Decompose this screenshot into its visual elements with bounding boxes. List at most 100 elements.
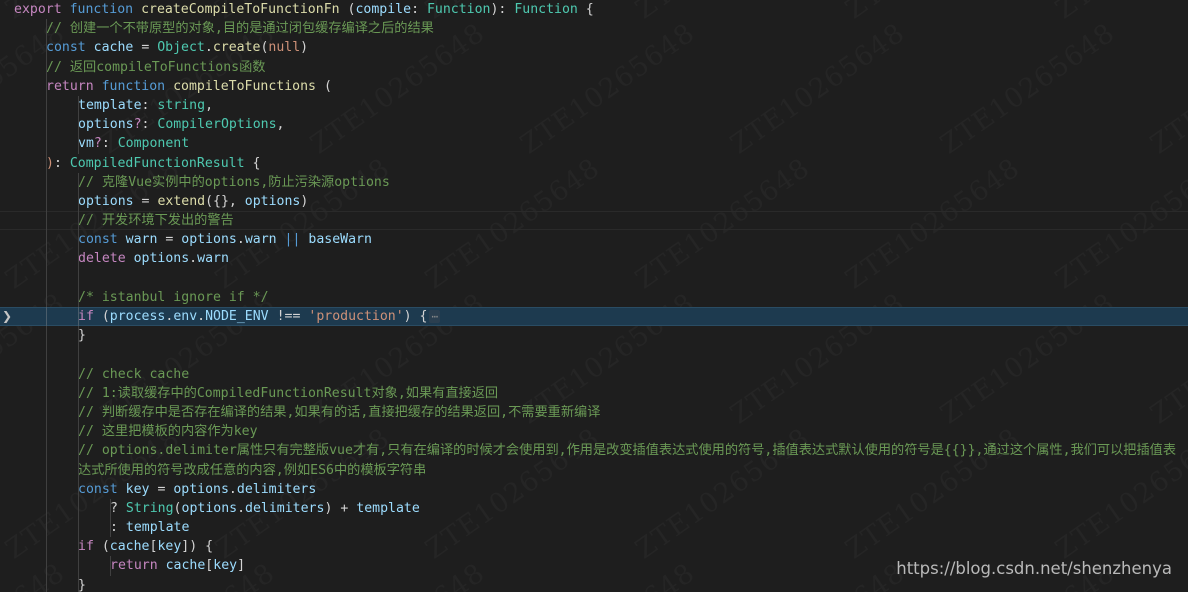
code-line[interactable]: ): CompiledFunctionResult { xyxy=(0,153,1188,173)
code-line[interactable]: vm?: Component xyxy=(0,134,1188,154)
code-line[interactable]: return function compileToFunctions ( xyxy=(0,76,1188,96)
token-const: const xyxy=(46,40,86,56)
code-line[interactable]: // 判断缓存中是否存在编译的结果,如果有的话,直接把缓存的结果返回,不需要重新… xyxy=(0,402,1188,423)
code-line[interactable]: // check cache xyxy=(0,364,1188,384)
paren-close: ) { xyxy=(403,309,428,324)
token-type-compileroptions: CompilerOptions xyxy=(157,117,277,133)
code-line[interactable]: // 克隆Vue实例中的options,防止污染源options xyxy=(0,172,1188,192)
operator-assign: = xyxy=(157,481,166,497)
token-template: template xyxy=(356,500,420,516)
dot: . xyxy=(204,40,213,56)
paren-close: ) xyxy=(324,500,333,516)
operator-plus: + xyxy=(340,500,349,516)
token-prop-delimiters: delimiters xyxy=(236,481,317,497)
dot: . xyxy=(236,232,245,248)
token-type-component: Component xyxy=(117,136,190,152)
code-line-blank[interactable] xyxy=(0,268,1188,288)
operator-assign: = xyxy=(141,193,150,209)
dot: . xyxy=(197,309,206,324)
token-type-function: Function xyxy=(426,2,491,17)
comment: // 创建一个不带原型的对象,目的是通过闭包缓存编译之后的结果 xyxy=(46,21,434,37)
paren-close: ) xyxy=(300,193,309,209)
token-const: const xyxy=(78,232,118,248)
code-line-active[interactable]: ❯ if (process.env.NODE_ENV !== 'productio… xyxy=(0,307,1188,327)
token-cache: cache xyxy=(93,40,134,56)
code-line[interactable]: const key = options.delimiters xyxy=(0,479,1188,499)
code-line[interactable]: } xyxy=(0,326,1188,346)
code-line[interactable]: /* istanbul ignore if */ xyxy=(0,287,1188,307)
paren: ( xyxy=(173,500,182,516)
paren: ( xyxy=(101,309,110,324)
token-param-vm: vm xyxy=(78,136,94,152)
token-string-production: 'production' xyxy=(308,309,404,324)
code-line[interactable]: const cache = Object.create(null) xyxy=(0,38,1188,58)
code-line[interactable]: : template xyxy=(0,518,1188,538)
token-process: process xyxy=(109,309,166,324)
brace-open: { xyxy=(252,155,261,171)
dot: . xyxy=(228,481,237,497)
code-line[interactable]: export function createCompileToFunctionF… xyxy=(0,0,1188,19)
comment-long: // options.delimiter属性只有完整版vue才有,只有在编译的时… xyxy=(78,443,1177,478)
token-prop-warn: warn xyxy=(244,232,277,248)
bracket-close: ] xyxy=(237,558,246,574)
token-return: return xyxy=(46,78,94,94)
paren: ( xyxy=(323,78,332,94)
token-const: const xyxy=(78,481,118,497)
colon: : xyxy=(141,117,158,133)
code-line[interactable]: options = extend({}, options) xyxy=(0,191,1188,212)
dot: . xyxy=(237,500,246,516)
comma: , xyxy=(205,97,214,113)
args: ({}, xyxy=(205,193,245,209)
code-surface[interactable]: export function createCompileToFunctionF… xyxy=(0,0,1188,592)
code-line[interactable]: ? String(options.delimiters) + template xyxy=(0,498,1188,519)
code-line[interactable]: } xyxy=(0,575,1188,592)
token-arg-options: options xyxy=(244,193,301,209)
token-return-type: Function xyxy=(514,2,578,17)
code-line[interactable]: // 这里把模板的内容作为key xyxy=(0,422,1188,442)
code-line[interactable]: const warn = options.warn || baseWarn xyxy=(0,230,1188,250)
token-prop-delimiters: delimiters xyxy=(245,500,325,516)
token-function: function xyxy=(101,78,166,94)
token-cache: cache xyxy=(109,539,150,555)
token-if: if xyxy=(78,539,94,555)
code-line[interactable]: // 返回compileToFunctions函数 xyxy=(0,57,1188,77)
token-basewarn: baseWarn xyxy=(308,232,372,248)
token-create: create xyxy=(212,40,261,56)
comment: /* istanbul ignore if */ xyxy=(78,289,269,305)
folded-code-marker[interactable]: ⋯ xyxy=(429,310,441,323)
operator-assign: = xyxy=(165,232,174,248)
code-line[interactable]: if (cache[key]) { xyxy=(0,537,1188,557)
code-line[interactable]: delete options.warn xyxy=(0,249,1188,269)
token-warn: warn xyxy=(125,232,158,248)
token-options: options xyxy=(78,193,134,209)
comma: , xyxy=(276,117,285,133)
token-extend: extend xyxy=(157,193,206,209)
code-line-blank[interactable] xyxy=(0,345,1188,365)
operator-assign: = xyxy=(141,40,150,56)
colon: : xyxy=(141,97,158,113)
fold-chevron-icon[interactable]: ❯ xyxy=(1,307,13,326)
token-param-template: template xyxy=(78,97,142,113)
csdn-url-watermark: https://blog.csdn.net/shenzhenya xyxy=(896,559,1172,578)
paren-close: ) xyxy=(300,40,309,56)
code-editor[interactable]: ZTE10265648ZTE10265648ZTE10265648ZTE1026… xyxy=(0,0,1188,592)
token-options: options xyxy=(173,481,229,497)
token-function: function xyxy=(69,2,134,17)
colon: : xyxy=(53,155,70,171)
token-null: null xyxy=(268,40,301,56)
token-options: options xyxy=(133,251,190,267)
comment: // 这里把模板的内容作为key xyxy=(78,424,258,440)
code-line-wrapped[interactable]: // options.delimiter属性只有完整版vue才有,只有在编译的时… xyxy=(0,441,1188,480)
code-line[interactable]: // 1:读取缓存中的CompiledFunctionResult对象,如果有直… xyxy=(0,383,1188,403)
paren: ( xyxy=(101,539,110,555)
code-line[interactable]: options?: CompilerOptions, xyxy=(0,115,1188,135)
brace-close: } xyxy=(78,577,86,592)
code-line[interactable]: template: string, xyxy=(0,95,1188,116)
ternary-colon: : xyxy=(110,520,118,536)
code-line[interactable]: // 开发环境下发出的警告 xyxy=(0,211,1188,231)
code-line[interactable]: // 创建一个不带原型的对象,目的是通过闭包缓存编译之后的结果 xyxy=(0,19,1188,39)
operator-strict-neq: !== xyxy=(276,309,301,324)
token-options: options xyxy=(181,232,237,248)
comment: // check cache xyxy=(78,366,190,382)
token-options: options xyxy=(181,500,238,516)
